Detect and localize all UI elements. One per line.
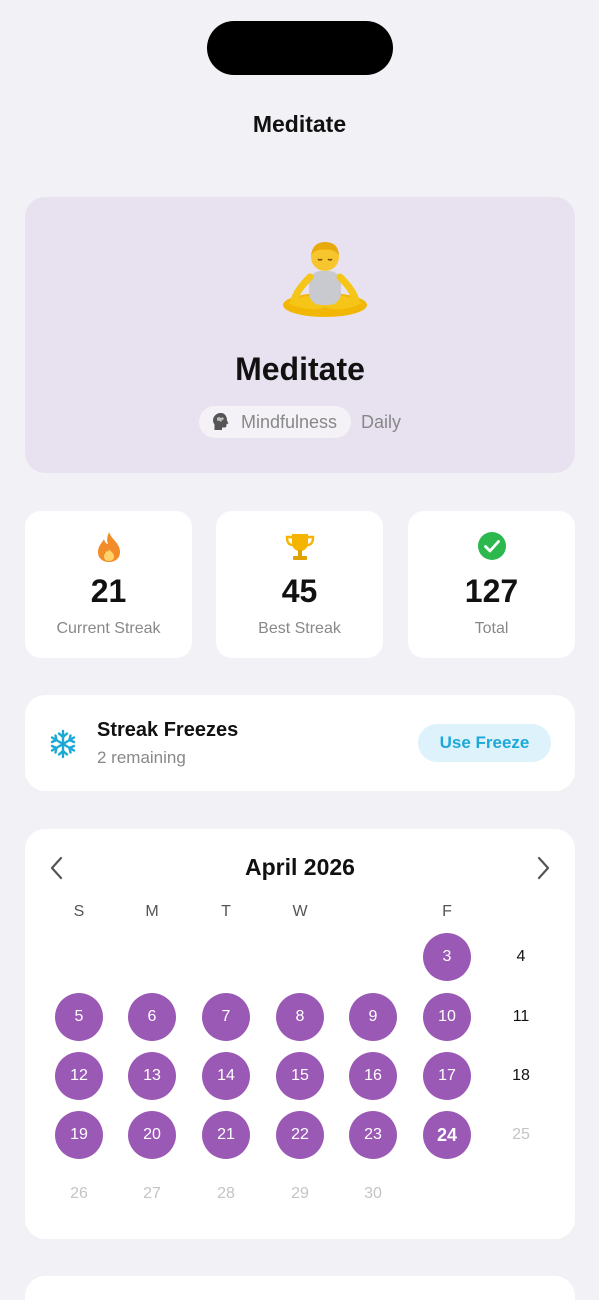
best-streak-label: Best Streak bbox=[258, 620, 341, 637]
category-label: Mindfulness bbox=[240, 411, 338, 432]
calendar-day[interactable]: 23 bbox=[349, 1111, 397, 1159]
total-label: Total bbox=[474, 620, 509, 637]
calendar-day[interactable]: 27 bbox=[128, 1170, 176, 1218]
total-value: 127 bbox=[464, 573, 519, 609]
freeze-remaining: 2 remaining bbox=[97, 748, 186, 767]
calendar-day[interactable]: 29 bbox=[276, 1170, 324, 1218]
calendar-day[interactable]: 7 bbox=[202, 993, 250, 1041]
calendar-day[interactable]: 28 bbox=[202, 1170, 250, 1218]
calendar-day[interactable]: 11 bbox=[497, 993, 545, 1041]
nav-title: Meditate bbox=[252, 111, 347, 137]
dynamic-island bbox=[207, 21, 393, 75]
calendar-day[interactable]: 30 bbox=[349, 1170, 397, 1218]
current-streak-label: Current Streak bbox=[56, 620, 161, 637]
calendar-day[interactable]: 6 bbox=[128, 993, 176, 1041]
next-section-card bbox=[25, 1276, 575, 1300]
calendar-card: April 2026 S M T W F 3 4 5 6 7 8 9 10 11 12 13 14 15 16 17 1… bbox=[25, 829, 575, 1239]
calendar-day[interactable]: 21 bbox=[202, 1111, 250, 1159]
calendar-day[interactable]: 8 bbox=[276, 993, 324, 1041]
current-streak-card: 21 Current Streak bbox=[25, 511, 192, 658]
calendar-day[interactable]: 19 bbox=[55, 1111, 103, 1159]
total-card: 127 Total bbox=[408, 511, 575, 658]
weekday-label: S bbox=[73, 903, 85, 920]
frequency-label: Daily bbox=[361, 411, 402, 432]
calendar-day[interactable]: 14 bbox=[202, 1052, 250, 1100]
calendar-day[interactable]: 24 bbox=[423, 1111, 471, 1159]
checkmark-circle-icon bbox=[477, 532, 506, 560]
calendar-day[interactable]: 12 bbox=[55, 1052, 103, 1100]
calendar-month-title: April 2026 bbox=[245, 854, 355, 880]
calendar-day[interactable]: 26 bbox=[55, 1170, 103, 1218]
calendar-day[interactable]: 9 bbox=[349, 993, 397, 1041]
calendar-day[interactable]: 16 bbox=[349, 1052, 397, 1100]
habit-header-card: Meditate Mindfulness Daily bbox=[25, 197, 575, 473]
category-pill: Mindfulness bbox=[198, 406, 352, 438]
weekday-label: F bbox=[442, 903, 452, 920]
use-freeze-button[interactable]: Use Freeze bbox=[418, 724, 551, 762]
calendar-day[interactable]: 3 bbox=[423, 933, 471, 981]
calendar-day[interactable]: 20 bbox=[128, 1111, 176, 1159]
person-in-lotus-position-emoji bbox=[283, 242, 367, 317]
flame-icon bbox=[97, 532, 120, 562]
habit-meta: Mindfulness Daily bbox=[25, 406, 575, 438]
streak-freeze-card: Streak Freezes 2 remaining Use Freeze bbox=[25, 695, 575, 791]
calendar-day[interactable]: 5 bbox=[55, 993, 103, 1041]
weekday-label: T bbox=[221, 903, 231, 920]
calendar-day[interactable]: 4 bbox=[497, 933, 545, 981]
weekday-label: M bbox=[145, 903, 159, 920]
calendar-day[interactable]: 15 bbox=[276, 1052, 324, 1100]
best-streak-value: 45 bbox=[281, 573, 318, 609]
trophy-icon bbox=[285, 534, 314, 560]
calendar-day[interactable]: 17 bbox=[423, 1052, 471, 1100]
calendar-day[interactable]: 10 bbox=[423, 993, 471, 1041]
calendar-day[interactable]: 25 bbox=[497, 1111, 545, 1159]
snowflake-icon bbox=[50, 729, 76, 759]
brain-head-icon bbox=[212, 413, 229, 430]
habit-name: Meditate bbox=[235, 351, 365, 387]
calendar-day[interactable]: 22 bbox=[276, 1111, 324, 1159]
calendar-day[interactable]: 18 bbox=[497, 1052, 545, 1100]
current-streak-value: 21 bbox=[90, 573, 127, 609]
weekday-label: W bbox=[292, 903, 308, 920]
calendar-day[interactable]: 13 bbox=[128, 1052, 176, 1100]
freeze-title: Streak Freezes bbox=[97, 719, 239, 741]
best-streak-card: 45 Best Streak bbox=[216, 511, 383, 658]
chevron-right-icon[interactable] bbox=[531, 854, 555, 882]
